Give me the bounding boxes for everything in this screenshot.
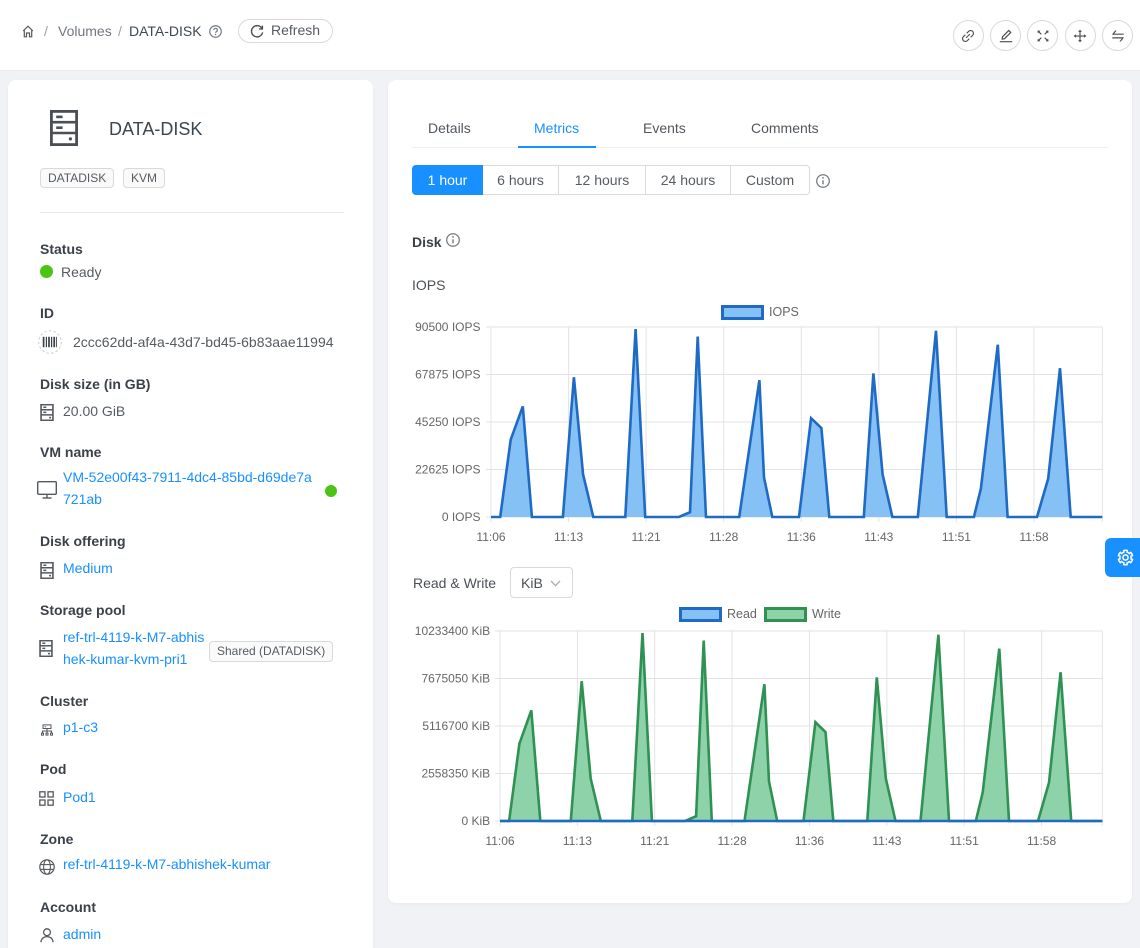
- svg-text:2558350 KiB: 2558350 KiB: [421, 767, 490, 781]
- svg-text:11:58: 11:58: [1019, 530, 1048, 544]
- svg-text:0 IOPS: 0 IOPS: [442, 510, 481, 524]
- svg-text:11:51: 11:51: [950, 834, 979, 848]
- svg-text:11:28: 11:28: [718, 834, 747, 848]
- svg-text:11:06: 11:06: [476, 530, 505, 544]
- svg-text:11:21: 11:21: [632, 530, 661, 544]
- svg-text:0 KiB: 0 KiB: [462, 814, 491, 828]
- svg-text:7675050 KiB: 7675050 KiB: [421, 672, 490, 686]
- svg-text:67875 IOPS: 67875 IOPS: [415, 368, 480, 382]
- svg-text:11:58: 11:58: [1027, 834, 1056, 848]
- svg-text:11:36: 11:36: [795, 834, 824, 848]
- svg-text:11:43: 11:43: [872, 834, 901, 848]
- svg-text:10233400 KiB: 10233400 KiB: [415, 625, 490, 638]
- svg-text:11:13: 11:13: [563, 834, 592, 848]
- svg-text:11:06: 11:06: [485, 834, 514, 848]
- svg-text:5116700 KiB: 5116700 KiB: [422, 719, 490, 733]
- svg-text:11:28: 11:28: [709, 530, 738, 544]
- svg-text:90500 IOPS: 90500 IOPS: [415, 320, 480, 334]
- svg-text:45250 IOPS: 45250 IOPS: [415, 415, 480, 429]
- svg-text:11:13: 11:13: [554, 530, 583, 544]
- svg-text:11:36: 11:36: [787, 530, 816, 544]
- svg-text:22625 IOPS: 22625 IOPS: [415, 463, 480, 477]
- svg-text:11:51: 11:51: [942, 530, 971, 544]
- svg-text:11:21: 11:21: [640, 834, 669, 848]
- svg-text:11:43: 11:43: [864, 530, 893, 544]
